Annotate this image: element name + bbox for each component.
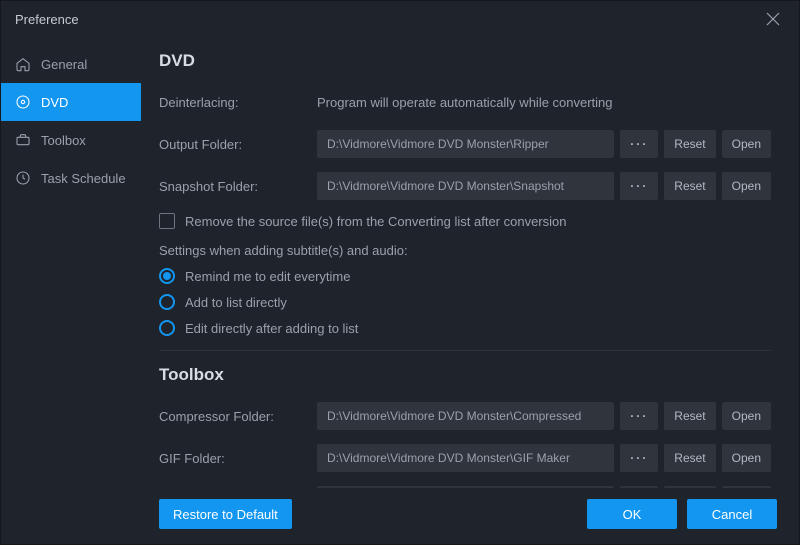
snapshot-folder-input[interactable] — [317, 172, 614, 200]
row-snapshot-folder: Snapshot Folder: ··· Reset Open — [159, 169, 771, 203]
remove-source-label: Remove the source file(s) from the Conve… — [185, 214, 567, 229]
output-folder-label: Output Folder: — [159, 137, 317, 152]
row-3d-folder: 3D Output Folder: ··· Reset Open — [159, 483, 771, 488]
compressor-folder-label: Compressor Folder: — [159, 409, 317, 424]
disc-icon — [15, 94, 31, 110]
threeD-folder-open[interactable]: Open — [722, 486, 771, 488]
compressor-folder-reset[interactable]: Reset — [664, 402, 715, 430]
row-output-folder: Output Folder: ··· Reset Open — [159, 127, 771, 161]
gif-folder-reset[interactable]: Reset — [664, 444, 715, 472]
gif-folder-input[interactable] — [317, 444, 614, 472]
sidebar-label-task-schedule: Task Schedule — [41, 171, 126, 186]
radio-edit-label: Edit directly after adding to list — [185, 321, 358, 336]
sidebar: General DVD Toolbox Task Schedule — [1, 37, 141, 544]
sidebar-item-task-schedule[interactable]: Task Schedule — [1, 159, 141, 197]
content-pane: DVD Deinterlacing: Program will operate … — [141, 37, 799, 544]
deinterlacing-value: Program will operate automatically while… — [317, 95, 771, 110]
compressor-folder-browse[interactable]: ··· — [620, 402, 658, 430]
sidebar-label-dvd: DVD — [41, 95, 68, 110]
cancel-button[interactable]: Cancel — [687, 499, 777, 529]
restore-default-button[interactable]: Restore to Default — [159, 499, 292, 529]
radio-add[interactable] — [159, 294, 175, 310]
sidebar-item-dvd[interactable]: DVD — [1, 83, 141, 121]
content-scroll[interactable]: DVD Deinterlacing: Program will operate … — [159, 37, 777, 488]
sidebar-label-toolbox: Toolbox — [41, 133, 86, 148]
snapshot-folder-reset[interactable]: Reset — [664, 172, 715, 200]
dvd-heading: DVD — [159, 51, 771, 71]
row-gif-folder: GIF Folder: ··· Reset Open — [159, 441, 771, 475]
footer: Restore to Default OK Cancel — [159, 494, 777, 534]
window-title: Preference — [15, 12, 761, 27]
deinterlacing-label: Deinterlacing: — [159, 95, 317, 110]
radio-add-row[interactable]: Add to list directly — [159, 294, 771, 310]
radio-add-label: Add to list directly — [185, 295, 287, 310]
gif-folder-label: GIF Folder: — [159, 451, 317, 466]
row-compressor-folder: Compressor Folder: ··· Reset Open — [159, 399, 771, 433]
close-button[interactable] — [761, 7, 785, 31]
ok-button[interactable]: OK — [587, 499, 677, 529]
subtitle-settings-heading: Settings when adding subtitle(s) and aud… — [159, 243, 771, 258]
output-folder-reset[interactable]: Reset — [664, 130, 715, 158]
radio-remind-row[interactable]: Remind me to edit everytime — [159, 268, 771, 284]
toolbox-heading: Toolbox — [159, 365, 771, 385]
output-folder-open[interactable]: Open — [722, 130, 771, 158]
threeD-folder-browse[interactable]: ··· — [620, 486, 658, 488]
home-icon — [15, 56, 31, 72]
radio-edit-row[interactable]: Edit directly after adding to list — [159, 320, 771, 336]
radio-remind-label: Remind me to edit everytime — [185, 269, 350, 284]
radio-edit[interactable] — [159, 320, 175, 336]
titlebar: Preference — [1, 1, 799, 37]
sidebar-item-general[interactable]: General — [1, 45, 141, 83]
radio-remind[interactable] — [159, 268, 175, 284]
divider — [159, 350, 771, 351]
output-folder-input[interactable] — [317, 130, 614, 158]
toolbox-icon — [15, 132, 31, 148]
snapshot-folder-label: Snapshot Folder: — [159, 179, 317, 194]
sidebar-item-toolbox[interactable]: Toolbox — [1, 121, 141, 159]
compressor-folder-open[interactable]: Open — [722, 402, 771, 430]
close-icon — [766, 12, 780, 26]
gif-folder-open[interactable]: Open — [722, 444, 771, 472]
gif-folder-browse[interactable]: ··· — [620, 444, 658, 472]
threeD-folder-input[interactable] — [317, 486, 614, 488]
body: General DVD Toolbox Task Schedule DVD De… — [1, 37, 799, 544]
threeD-folder-reset[interactable]: Reset — [664, 486, 715, 488]
output-folder-browse[interactable]: ··· — [620, 130, 658, 158]
sidebar-label-general: General — [41, 57, 87, 72]
remove-source-checkbox-row[interactable]: Remove the source file(s) from the Conve… — [159, 213, 771, 229]
clock-icon — [15, 170, 31, 186]
preference-window: Preference General DVD Toolbox Task S — [0, 0, 800, 545]
snapshot-folder-open[interactable]: Open — [722, 172, 771, 200]
compressor-folder-input[interactable] — [317, 402, 614, 430]
snapshot-folder-browse[interactable]: ··· — [620, 172, 658, 200]
row-deinterlacing: Deinterlacing: Program will operate auto… — [159, 85, 771, 119]
remove-source-checkbox[interactable] — [159, 213, 175, 229]
